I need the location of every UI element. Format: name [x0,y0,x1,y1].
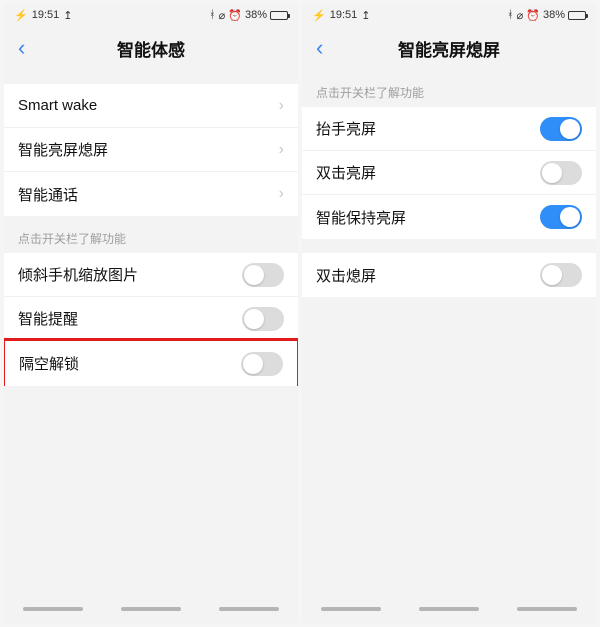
toggle-switch[interactable] [540,263,582,287]
upload-icon: ↥ [361,9,370,22]
toggle-row-doubletap-off[interactable]: 双击熄屏 [302,253,596,297]
toggle-switch[interactable] [242,307,284,331]
status-time: 19:51 [32,9,60,21]
section-hint: 点击开关栏了解功能 [302,70,596,107]
row-label: 隔空解锁 [19,353,79,374]
nav-home[interactable] [419,607,479,611]
charging-icon: ⚡ [312,9,326,22]
section-hint: 点击开关栏了解功能 [4,216,298,253]
nav-back[interactable] [23,607,83,611]
battery-icon [270,11,288,20]
row-label: 双击亮屏 [316,162,376,183]
page-title: 智能亮屏熄屏 [398,36,500,61]
nav-row-smart-call[interactable]: 智能通话 › [4,172,298,216]
nav-row-smart-screen[interactable]: 智能亮屏熄屏 › [4,128,298,172]
toggle-switch[interactable] [241,352,283,376]
row-label: 抬手亮屏 [316,118,376,139]
row-label: 智能通话 [18,184,78,205]
alarm-icon: ⏰ [228,9,242,22]
toggle-row-tilt-zoom[interactable]: 倾斜手机缩放图片 [4,253,298,297]
nav-recents[interactable] [517,607,577,611]
charging-icon: ⚡ [14,9,28,22]
phone-left: ⚡ 19:51 ↥ ᚼ ⌀ ⏰ 38% ‹ 智能体感 Smart wake › … [4,4,298,623]
chevron-left-icon: ‹ [18,35,25,61]
toggle-list-2: 双击熄屏 [302,253,596,297]
row-label: Smart wake [18,97,97,114]
back-button[interactable]: ‹ [310,26,329,70]
nav-recents[interactable] [219,607,279,611]
toggle-switch[interactable] [540,117,582,141]
bluetooth-icon: ᚼ [209,9,216,21]
row-label: 倾斜手机缩放图片 [18,264,138,285]
toggle-row-air-unlock[interactable]: 隔空解锁 [4,338,298,386]
dnd-icon: ⌀ [219,9,226,22]
toggle-row-raise-wake[interactable]: 抬手亮屏 [302,107,596,151]
toggle-list: 倾斜手机缩放图片 智能提醒 隔空解锁 [4,253,298,383]
battery-pct: 38% [245,9,267,21]
row-label: 智能保持亮屏 [316,207,406,228]
alarm-icon: ⏰ [526,9,540,22]
battery-pct: 38% [543,9,565,21]
nav-back[interactable] [321,607,381,611]
row-label: 智能亮屏熄屏 [18,139,108,160]
chevron-left-icon: ‹ [316,35,323,61]
toggle-switch[interactable] [540,161,582,185]
page-title: 智能体感 [117,36,185,61]
toggle-switch[interactable] [242,263,284,287]
system-nav [4,595,298,623]
nav-list: Smart wake › 智能亮屏熄屏 › 智能通话 › [4,84,298,216]
chevron-right-icon: › [279,97,284,115]
toggle-list-1: 抬手亮屏 双击亮屏 智能保持亮屏 [302,107,596,239]
chevron-right-icon: › [279,141,284,159]
toggle-row-doubletap-wake[interactable]: 双击亮屏 [302,151,596,195]
header: ‹ 智能体感 [4,26,298,70]
toggle-row-smart-stay[interactable]: 智能保持亮屏 [302,195,596,239]
row-label: 双击熄屏 [316,265,376,286]
bluetooth-icon: ᚼ [507,9,514,21]
header: ‹ 智能亮屏熄屏 [302,26,596,70]
status-time: 19:51 [330,9,358,21]
toggle-row-smart-remind[interactable]: 智能提醒 [4,297,298,341]
battery-icon [568,11,586,20]
chevron-right-icon: › [279,185,284,203]
toggle-switch[interactable] [540,205,582,229]
row-label: 智能提醒 [18,308,78,329]
upload-icon: ↥ [63,9,72,22]
nav-row-smart-wake[interactable]: Smart wake › [4,84,298,128]
system-nav [302,595,596,623]
phone-right: ⚡ 19:51 ↥ ᚼ ⌀ ⏰ 38% ‹ 智能亮屏熄屏 点击开关栏了解功能 抬… [302,4,596,623]
back-button[interactable]: ‹ [12,26,31,70]
status-bar: ⚡ 19:51 ↥ ᚼ ⌀ ⏰ 38% [4,4,298,26]
nav-home[interactable] [121,607,181,611]
dnd-icon: ⌀ [517,9,524,22]
status-bar: ⚡ 19:51 ↥ ᚼ ⌀ ⏰ 38% [302,4,596,26]
